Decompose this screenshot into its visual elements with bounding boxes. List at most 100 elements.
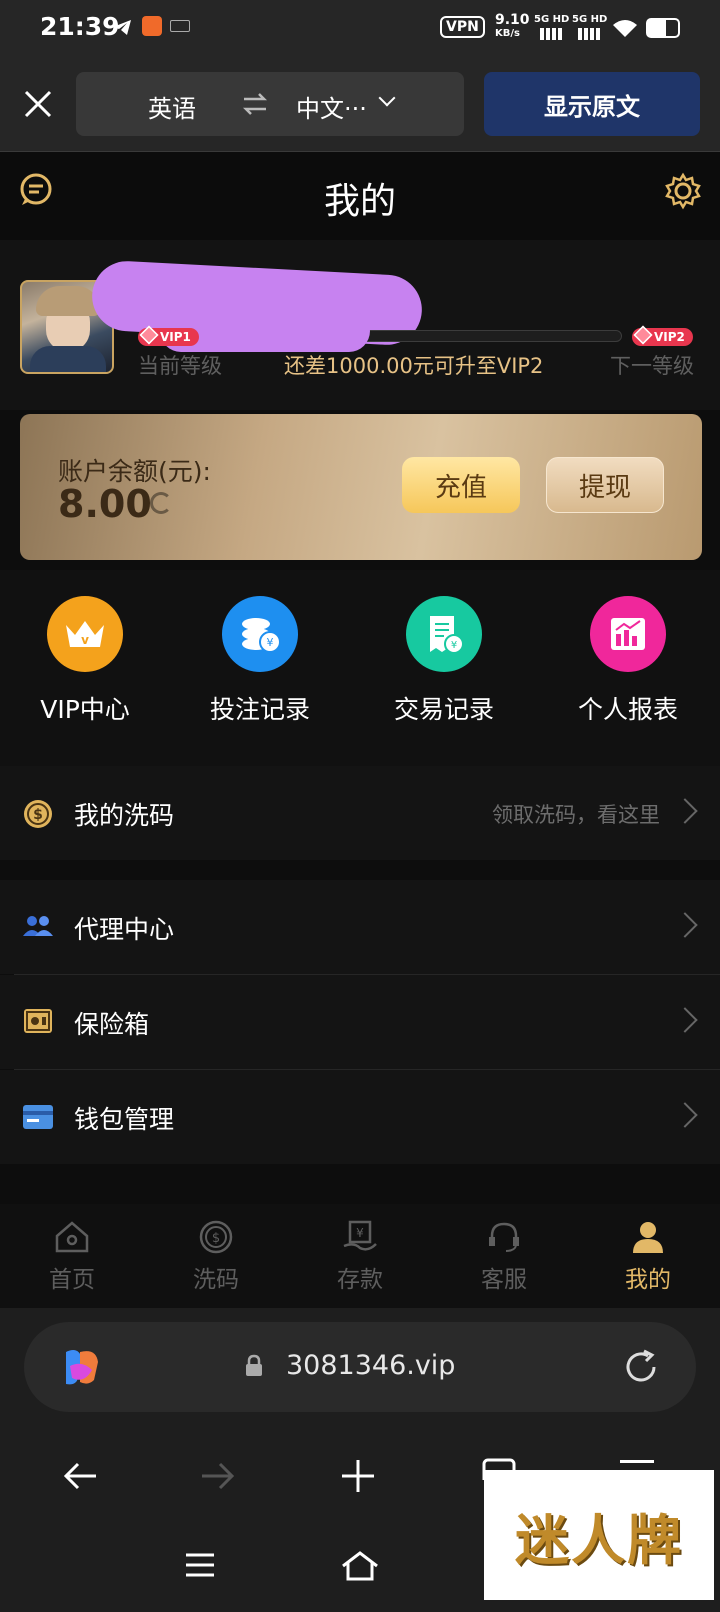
signal-1-icon bbox=[540, 28, 564, 40]
current-vip-badge: VIP1 bbox=[138, 325, 199, 346]
copilot-icon[interactable] bbox=[58, 1344, 104, 1390]
forward-arrow-icon[interactable] bbox=[200, 1458, 236, 1494]
close-icon[interactable] bbox=[24, 90, 52, 118]
url-text[interactable]: 3081346.vip bbox=[286, 1350, 455, 1381]
nav-home-icon[interactable] bbox=[340, 1550, 380, 1582]
menu-label: 我的洗码 bbox=[74, 801, 175, 830]
quick-action-vip-center[interactable]: v VIP中心 bbox=[30, 596, 140, 726]
chevron-right-icon bbox=[672, 1007, 698, 1033]
crown-icon: v bbox=[47, 596, 123, 672]
headset-icon bbox=[489, 1222, 519, 1252]
home-icon bbox=[55, 1221, 89, 1253]
watermark-logo: 迷人牌 bbox=[484, 1470, 714, 1600]
tab-label: 洗码 bbox=[193, 1267, 239, 1293]
status-bar: 21:39 VPN 9.10 KB/s 5G HD 5G HD bbox=[0, 0, 720, 58]
balance-value: 8.00 bbox=[58, 482, 152, 526]
page-header: 我的 bbox=[0, 152, 720, 240]
show-original-button[interactable]: 显示原文 bbox=[484, 72, 700, 136]
source-language[interactable]: 英语 bbox=[148, 89, 196, 124]
wallet-card-icon bbox=[23, 1105, 53, 1129]
refresh-balance-icon[interactable] bbox=[150, 492, 172, 514]
telegram-icon bbox=[113, 20, 131, 35]
chevron-right-icon bbox=[672, 912, 698, 938]
tab-wash[interactable]: $ 洗码 bbox=[144, 1204, 288, 1308]
new-tab-plus-icon[interactable] bbox=[340, 1458, 376, 1494]
signal-2-label: 5G HD bbox=[572, 14, 608, 25]
quick-actions: v VIP中心 ¥ 投注记录 ¥ 交易记录 个人报表 bbox=[0, 570, 720, 766]
safe-icon bbox=[24, 1009, 52, 1033]
quick-action-label: VIP中心 bbox=[40, 695, 130, 724]
upgrade-hint: 还差1000.00元可升至VIP2 bbox=[284, 354, 544, 378]
receipt-icon: ¥ bbox=[406, 596, 482, 672]
battery-icon bbox=[646, 18, 680, 38]
next-level-label: 下一等级 bbox=[610, 354, 694, 378]
translate-bar: 英语 中文··· 显示原文 bbox=[0, 58, 720, 152]
menu-item-my-wash[interactable]: $ 我的洗码 领取洗码，看这里 bbox=[0, 766, 720, 860]
quick-action-label: 交易记录 bbox=[393, 695, 494, 724]
signal-2-icon bbox=[578, 28, 602, 40]
coins-icon: ¥ bbox=[222, 596, 298, 672]
dollar-coin-icon: $ bbox=[199, 1220, 233, 1254]
back-arrow-icon[interactable] bbox=[62, 1458, 98, 1494]
network-speed-unit: KB/s bbox=[495, 28, 520, 39]
profile-section: VIP1 VIP2 当前等级 还差1000.00元可升至VIP2 下一等级 bbox=[0, 240, 720, 410]
menu-item-agent-center[interactable]: 代理中心 bbox=[0, 880, 720, 974]
tab-label: 客服 bbox=[481, 1267, 527, 1293]
svg-text:¥: ¥ bbox=[451, 640, 457, 651]
menu-icon[interactable] bbox=[620, 1460, 654, 1463]
balance-card: 账户余额(元): 8.00 充值 提现 bbox=[20, 414, 702, 560]
tab-home[interactable]: 首页 bbox=[0, 1204, 144, 1308]
menu-hint: 领取洗码，看这里 bbox=[492, 803, 660, 827]
tab-label: 我的 bbox=[625, 1267, 671, 1293]
quick-action-bet-records[interactable]: ¥ 投注记录 bbox=[200, 596, 320, 726]
svg-text:$: $ bbox=[33, 807, 43, 823]
settings-gear-icon[interactable] bbox=[664, 172, 702, 210]
bottom-tab-bar: 首页 $ 洗码 ¥ 存款 客服 我的 bbox=[0, 1204, 720, 1308]
chevron-right-icon bbox=[672, 798, 698, 824]
tab-deposit[interactable]: ¥ 存款 bbox=[288, 1204, 432, 1308]
quick-action-label: 投注记录 bbox=[209, 695, 310, 724]
tab-mine[interactable]: 我的 bbox=[576, 1204, 720, 1308]
deposit-icon: ¥ bbox=[343, 1220, 377, 1251]
app-notification-icon bbox=[142, 16, 162, 36]
dollar-coin-icon: $ bbox=[24, 800, 52, 828]
wifi-icon bbox=[613, 20, 637, 37]
svg-text:¥: ¥ bbox=[356, 1226, 364, 1240]
withdraw-button[interactable]: 提现 bbox=[546, 457, 664, 513]
next-vip-badge: VIP2 bbox=[632, 325, 693, 346]
user-icon bbox=[633, 1222, 663, 1253]
app-notification-icon-2 bbox=[170, 20, 190, 32]
chart-icon bbox=[590, 596, 666, 672]
vpn-indicator: VPN bbox=[440, 16, 485, 38]
network-speed: 9.10 bbox=[495, 12, 530, 28]
target-language[interactable]: 中文··· bbox=[296, 89, 367, 124]
menu-label: 代理中心 bbox=[74, 915, 175, 944]
signal-1-label: 5G HD bbox=[534, 14, 570, 25]
menu-item-wallet-management[interactable]: 钱包管理 bbox=[0, 1070, 720, 1164]
svg-text:¥: ¥ bbox=[267, 636, 274, 649]
tab-label: 首页 bbox=[49, 1267, 95, 1293]
recharge-button[interactable]: 充值 bbox=[402, 457, 520, 513]
lock-icon bbox=[246, 1354, 262, 1376]
tab-customer-service[interactable]: 客服 bbox=[432, 1204, 576, 1308]
url-bar[interactable]: 3081346.vip bbox=[24, 1322, 696, 1412]
page-title: 我的 bbox=[323, 181, 396, 222]
svg-text:$: $ bbox=[212, 1231, 220, 1246]
watermark-text: 迷人牌 bbox=[515, 1507, 683, 1572]
chevron-right-icon bbox=[672, 1102, 698, 1128]
users-icon bbox=[23, 916, 53, 936]
menu-label: 保险箱 bbox=[74, 1010, 150, 1039]
language-selector[interactable]: 英语 中文··· bbox=[76, 72, 464, 136]
status-time: 21:39 bbox=[40, 12, 120, 41]
quick-action-transaction-records[interactable]: ¥ 交易记录 bbox=[384, 596, 504, 726]
reload-icon[interactable] bbox=[622, 1348, 660, 1386]
nav-menu-icon[interactable] bbox=[184, 1552, 216, 1578]
menu-label: 钱包管理 bbox=[74, 1105, 175, 1134]
menu-item-safe-box[interactable]: 保险箱 bbox=[0, 975, 720, 1069]
current-level-label: 当前等级 bbox=[138, 354, 222, 378]
quick-action-label: 个人报表 bbox=[577, 695, 678, 724]
svg-text:v: v bbox=[81, 633, 89, 647]
quick-action-personal-report[interactable]: 个人报表 bbox=[568, 596, 688, 726]
chevron-down-icon[interactable] bbox=[378, 89, 396, 107]
swap-icon[interactable] bbox=[242, 92, 268, 116]
